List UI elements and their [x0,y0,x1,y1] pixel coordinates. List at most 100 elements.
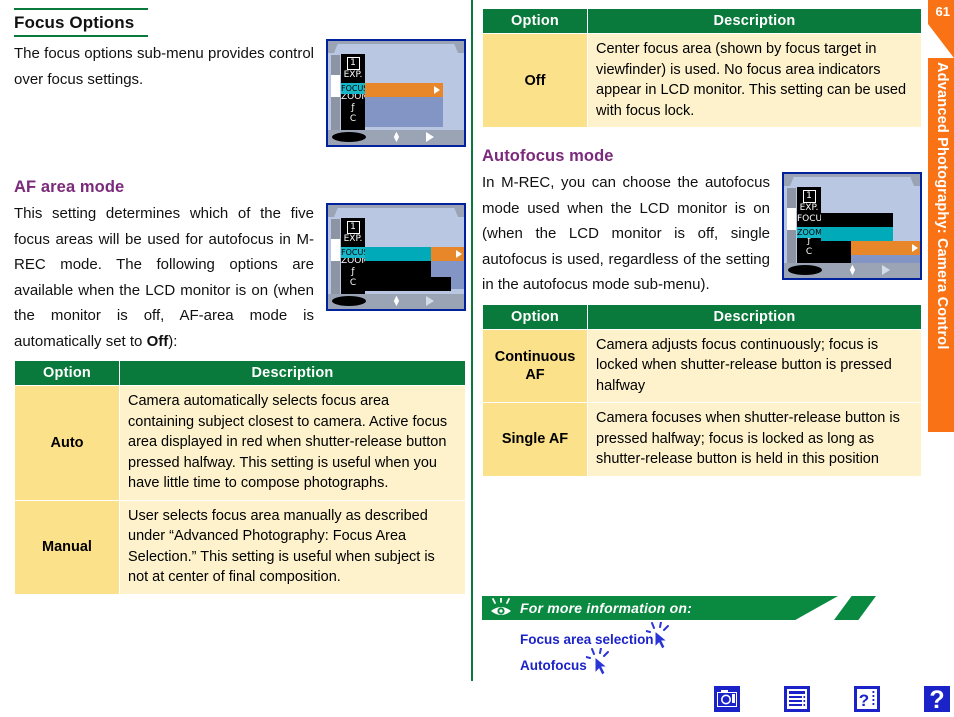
lcd-label-focus-highlighted: FOCUS [341,83,369,94]
lcd-row-arrow-icon [912,244,918,252]
left-column: Focus Options 1 EXP. FOCUS ZOOM ƒ C FOCU… [14,8,466,595]
menu-list-icon[interactable] [784,686,810,712]
option-cell-auto: Auto [14,385,120,501]
lcd-right-arrow-icon [426,132,434,142]
lcd-screenshot-autofocus-mode: 1 EXP. FOCUS ZOOM ƒ C ZOOM ▲▼ [782,172,922,280]
lcd-scroll-thumb [331,75,340,97]
lcd-bar-selected-option [851,241,920,255]
description-cell-continuous-af: Camera adjusts focus continuously; focus… [587,328,922,403]
lcd-row-arrow-icon [456,250,462,258]
lcd-bar-submenu-title [821,227,893,241]
description-cell-single-af: Camera focuses when shutter-release butt… [587,402,922,477]
lcd-updown-icon: ▲ ▼ [392,129,401,144]
lcd-label-1: 1 [802,190,816,203]
lcd-bar-panel [365,97,443,127]
svg-text:?: ? [859,691,869,710]
more-information-banner-tail [834,596,876,620]
af-area-mode-heading: AF area mode [14,178,125,196]
lcd-label-1: 1 [346,221,360,234]
lcd-label-flash: ƒ [351,267,355,277]
lcd-row-arrow-icon [434,86,440,94]
table-row: Off Center focus area (shown by focus ta… [482,33,922,128]
more-information-title: For more information on: [520,600,693,616]
column-header-description: Description [119,360,466,386]
lcd-top-bezel [328,41,464,53]
lcd-label-exp: EXP. [343,234,363,244]
lcd-button-oval [788,265,822,275]
column-header-description: Description [587,303,922,330]
lcd-label-zoom-highlighted: ZOOM [797,227,822,238]
lcd-label-c: C [805,247,813,257]
help-index-icon[interactable]: ? [854,686,880,712]
camera-icon[interactable] [714,686,740,712]
option-cell-off: Off [482,33,588,128]
lcd-label-c: C [349,114,357,124]
lcd-top-bezel [328,205,464,217]
bottom-navigation-bar: ? ? [714,686,950,714]
autofocus-mode-table: Option Description Continuous AF Camera … [482,303,922,477]
lcd-updown-icon: ▲ ▼ [392,293,401,308]
lcd-icon-column: 1 EXP. FOCUS ZOOM ƒ C [797,187,828,263]
option-cell-single-af: Single AF [482,402,588,477]
section-title-vertical: Advanced Photography: Camera Control [934,62,950,350]
lcd-screenshot-focus-options: 1 EXP. FOCUS ZOOM ƒ C FOCUS ▲▼ [326,39,466,147]
lcd-screenshot-af-area-mode: 1 EXP. FOCUS ZOOM ƒ C FOCUS ▲▼ [326,203,466,311]
lcd-label-exp: EXP. [343,70,363,80]
description-cell-manual: User selects focus area manually as desc… [119,499,466,595]
off-option-table: Option Description Off Center focus area… [482,8,922,128]
lcd-label-focus-highlighted: FOCUS [341,247,369,258]
page-number: 61 [935,4,950,19]
description-cell-auto: Camera automatically selects focus area … [119,385,466,501]
lcd-scroll-thumb [331,239,340,261]
column-header-option: Option [14,360,120,386]
lcd-label-1: 1 [346,57,360,70]
question-mark-icon[interactable]: ? [924,686,950,714]
column-divider [471,0,473,681]
click-cursor-icon [586,648,609,676]
option-cell-manual: Manual [14,499,120,595]
svg-text:?: ? [929,686,944,712]
table-header-row: Option Description [14,360,466,386]
table-header-row: Option Description [482,303,922,330]
lcd-button-oval [332,132,366,142]
table-row: Single AF Camera focuses when shutter-re… [482,402,922,477]
lcd-bottom-bezel: ▲ ▼ [328,130,464,145]
column-header-option: Option [482,8,588,34]
lcd-bar-submenu-title [365,247,431,261]
lcd-updown-icon: ▲ ▼ [848,262,857,277]
column-header-option: Option [482,303,588,330]
lcd-right-arrow-icon [882,265,890,275]
lcd-top-bezel [784,174,920,186]
more-info-link-focus-area-selection[interactable]: Focus area selection [520,632,654,647]
lcd-bar-list-top [821,213,893,227]
lcd-bar-focus-row [365,83,443,97]
af-area-mode-body-part2: ): [168,332,178,350]
lcd-label-exp: EXP. [799,203,819,213]
lcd-button-oval [332,296,366,306]
table-row: Continuous AF Camera adjusts focus conti… [482,328,922,403]
lcd-bar-selected-option [431,247,464,261]
table-header-row: Option Description [482,8,922,34]
lcd-label-flash: ƒ [351,103,355,113]
option-cell-continuous-af: Continuous AF [482,328,588,403]
af-area-mode-table: Option Description Auto Camera automatic… [14,360,466,595]
click-cursor-icon [646,622,669,650]
description-cell-off: Center focus area (shown by focus target… [587,33,922,128]
af-area-mode-off-bold: Off [146,332,169,350]
lcd-bottom-bezel: ▲ ▼ [784,263,920,278]
lcd-bar-list-lower [365,277,451,291]
table-row: Auto Camera automatically selects focus … [14,385,466,501]
lcd-bottom-bezel: ▲ ▼ [328,294,464,309]
eye-icon [491,598,511,615]
lcd-label-c: C [349,278,357,288]
af-area-mode-body-part1: This setting determines which of the fiv… [14,205,314,350]
right-column: Option Description Off Center focus area… [482,8,922,477]
more-info-link-autofocus[interactable]: Autofocus [520,658,587,673]
focus-options-heading: Focus Options [14,10,148,37]
autofocus-mode-heading: Autofocus mode [482,147,614,165]
lcd-right-arrow-icon [426,296,434,306]
table-row: Manual User selects focus area manually … [14,499,466,595]
lcd-scroll-thumb [787,208,796,230]
more-information-box: For more information on: Focus area sele… [482,596,902,696]
column-header-description: Description [587,8,922,34]
